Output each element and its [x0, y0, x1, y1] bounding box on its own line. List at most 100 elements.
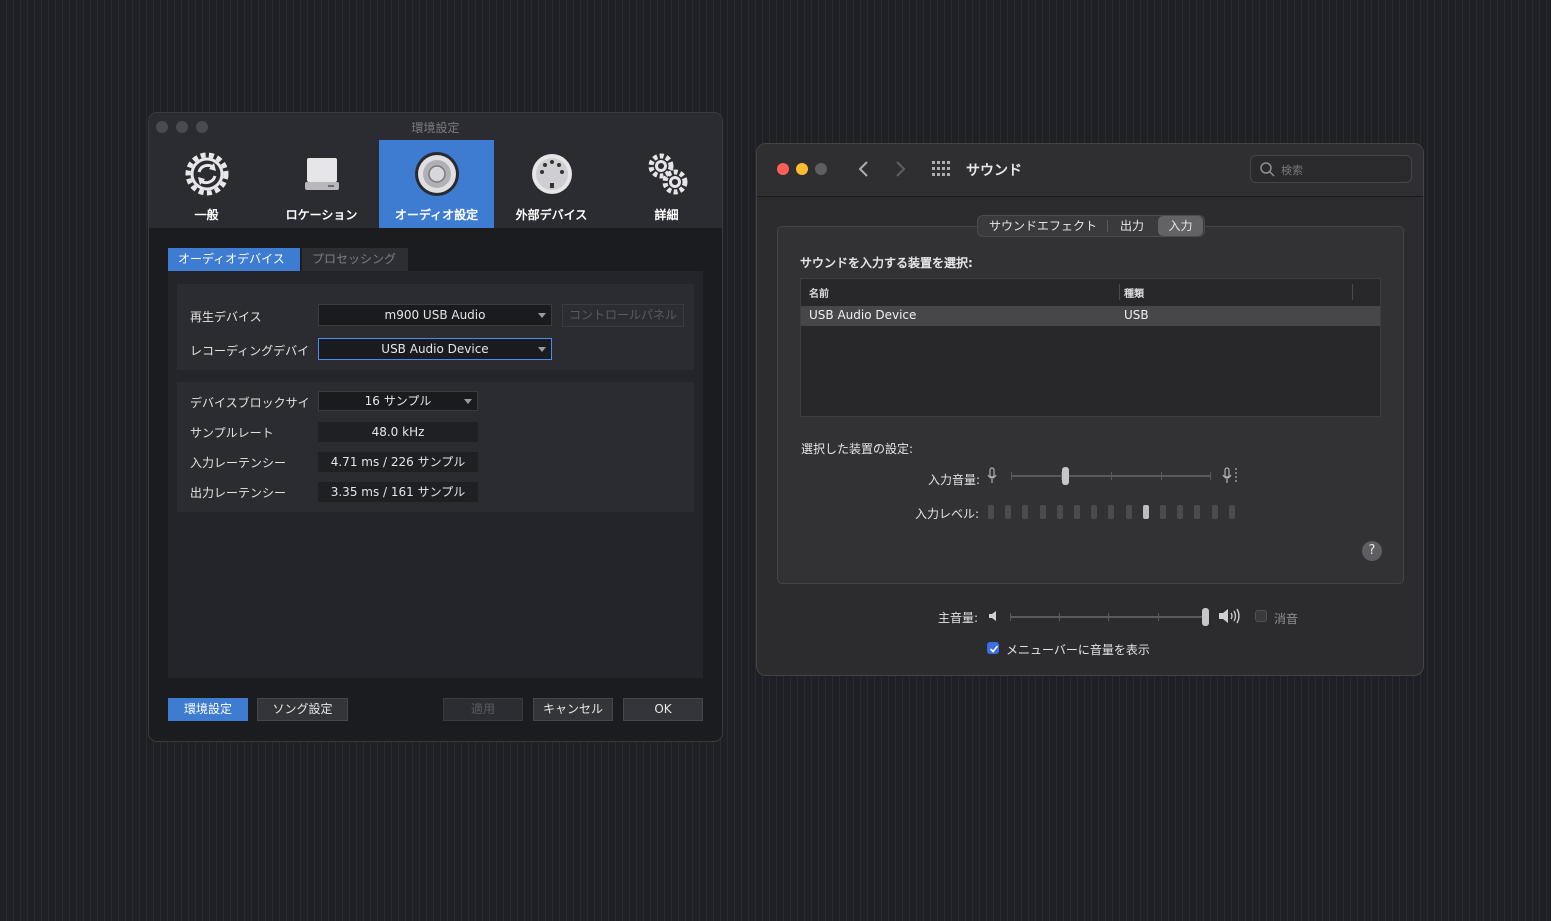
level-segment: [988, 505, 994, 519]
level-segment: [1108, 505, 1115, 519]
tool-label: 詳細: [654, 208, 679, 222]
input-latency-value: 4.71 ms / 226 サンプル: [318, 452, 478, 472]
chevron-down-icon: [538, 347, 546, 352]
ok-button[interactable]: OK: [623, 698, 703, 721]
minimize-button[interactable]: [796, 163, 808, 175]
tab-audio-device[interactable]: オーディオデバイス: [168, 248, 300, 271]
device-panel: 再生デバイス m900 USB Audio コントロールパネル レコーディングデ…: [177, 284, 694, 370]
song-settings-button[interactable]: ソング設定: [257, 698, 348, 721]
sound-preferences-window: サウンド 検索 サウンドを入力する装置を選択: 名前 種類 USB Audio …: [756, 143, 1424, 676]
selected-device-settings-heading: 選択した装置の設定:: [801, 442, 914, 456]
buffer-panel: デバイスブロックサイ 16 サンプル サンプルレート 48.0 kHz 入力レー…: [177, 382, 694, 512]
device-type-cell: USB: [1124, 308, 1149, 322]
device-name-cell: USB Audio Device: [809, 308, 917, 322]
zoom-button[interactable]: [815, 163, 827, 175]
search-icon: [1260, 162, 1275, 177]
level-segment: [1005, 505, 1012, 519]
input-volume-slider[interactable]: [1011, 466, 1211, 486]
block-size-label: デバイスブロックサイ: [190, 396, 310, 410]
tool-label: ロケーション: [285, 208, 358, 222]
block-size-value: 16 サンプル: [364, 394, 432, 408]
column-header-type[interactable]: 種類: [1124, 285, 1144, 300]
studio-preferences-window: 環境設定 一般 ロケーション オーディオ設定 外部デバイス 詳細 オーディオデバ…: [148, 112, 723, 742]
gears-icon: [648, 153, 688, 195]
tool-label: オーディオ設定: [394, 208, 479, 222]
level-segment: [1039, 505, 1046, 519]
microphone-low-icon: [987, 467, 997, 483]
level-segment: [1056, 505, 1063, 519]
tool-general[interactable]: 一般: [149, 140, 264, 228]
back-icon[interactable]: [857, 160, 871, 178]
mute-label: 消音: [1274, 612, 1299, 626]
search-field[interactable]: 検索: [1250, 155, 1412, 183]
environment-settings-button[interactable]: 環境設定: [168, 698, 248, 721]
forward-icon[interactable]: [893, 160, 907, 178]
level-segment: [1022, 505, 1029, 519]
apply-button[interactable]: 適用: [443, 698, 523, 721]
tool-label: 外部デバイス: [515, 208, 588, 222]
tab-output[interactable]: 出力: [1108, 216, 1156, 236]
show-volume-in-menubar-label: メニューバーに音量を表示: [1006, 643, 1150, 657]
search-placeholder: 検索: [1281, 164, 1303, 177]
main-volume-label: 主音量:: [938, 611, 979, 625]
input-level-meter: [988, 505, 1238, 519]
sync-gear-icon: [185, 152, 229, 196]
input-volume-knob[interactable]: [1062, 467, 1069, 485]
speaker-low-icon: [989, 611, 996, 621]
level-segment: [1211, 505, 1218, 519]
window-title: サウンド: [966, 163, 1022, 179]
main-volume-slider[interactable]: [1010, 607, 1210, 627]
output-latency-value: 3.35 ms / 161 サンプル: [318, 482, 478, 502]
tab-sound-effects[interactable]: サウンドエフェクト: [980, 216, 1106, 236]
show-volume-in-menubar-checkbox[interactable]: [987, 642, 999, 654]
drive-icon: [305, 158, 339, 190]
close-button[interactable]: [777, 163, 789, 175]
microphone-high-icon: [1222, 467, 1237, 484]
tab-processing[interactable]: プロセッシング: [302, 248, 408, 271]
level-segment: [1142, 505, 1149, 519]
speaker-icon: [415, 152, 459, 196]
input-level-label: 入力レベル:: [915, 507, 980, 521]
help-button[interactable]: ?: [1362, 541, 1382, 561]
level-segment: [1091, 505, 1098, 519]
playback-device-label: 再生デバイス: [190, 310, 262, 324]
level-segment: [1194, 505, 1201, 519]
select-device-heading: サウンドを入力する装置を選択:: [800, 256, 973, 270]
tool-audio-settings[interactable]: オーディオ設定: [379, 140, 494, 228]
main-volume-knob[interactable]: [1202, 608, 1210, 626]
sound-tabs: サウンドエフェクト 出力 入力: [977, 215, 1205, 237]
block-size-select[interactable]: 16 サンプル: [318, 391, 478, 411]
tool-external-devices[interactable]: 外部デバイス: [494, 140, 609, 228]
mute-checkbox[interactable]: [1255, 610, 1267, 622]
input-settings-box: サウンドを入力する装置を選択: 名前 種類 USB Audio Device U…: [777, 226, 1404, 584]
tool-advanced[interactable]: 詳細: [609, 140, 722, 228]
audio-device-pane: 再生デバイス m900 USB Audio コントロールパネル レコーディングデ…: [168, 271, 703, 678]
grid-icon[interactable]: [932, 161, 950, 177]
tool-location[interactable]: ロケーション: [264, 140, 379, 228]
playback-device-value: m900 USB Audio: [384, 308, 486, 322]
input-volume-label: 入力音量:: [928, 473, 981, 487]
chevron-down-icon: [538, 313, 546, 318]
cancel-button[interactable]: キャンセル: [533, 698, 613, 721]
output-latency-label: 出力レーテンシー: [190, 486, 287, 500]
column-header-name[interactable]: 名前: [809, 285, 829, 300]
level-segment: [1228, 505, 1235, 519]
control-panel-button[interactable]: コントロールパネル: [562, 304, 684, 327]
level-segment: [1125, 505, 1132, 519]
sample-rate-value: 48.0 kHz: [318, 422, 478, 442]
title-bar: 環境設定: [149, 113, 722, 140]
input-latency-label: 入力レーテンシー: [190, 456, 287, 470]
title-bar: サウンド 検索: [757, 144, 1423, 197]
midi-port-icon: [532, 154, 572, 194]
checkmark-icon: [989, 645, 999, 653]
level-segment: [1160, 505, 1166, 519]
playback-device-select[interactable]: m900 USB Audio: [318, 304, 552, 326]
sample-rate-label: サンプルレート: [190, 426, 274, 440]
level-segment: [1177, 505, 1184, 519]
tab-input[interactable]: 入力: [1158, 216, 1203, 236]
preferences-toolbar: 一般 ロケーション オーディオ設定 外部デバイス 詳細: [149, 140, 722, 228]
speaker-high-icon: [1219, 608, 1240, 624]
recording-device-value: USB Audio Device: [381, 342, 489, 356]
recording-device-select[interactable]: USB Audio Device: [318, 338, 552, 360]
table-row[interactable]: USB Audio Device USB: [801, 306, 1380, 326]
